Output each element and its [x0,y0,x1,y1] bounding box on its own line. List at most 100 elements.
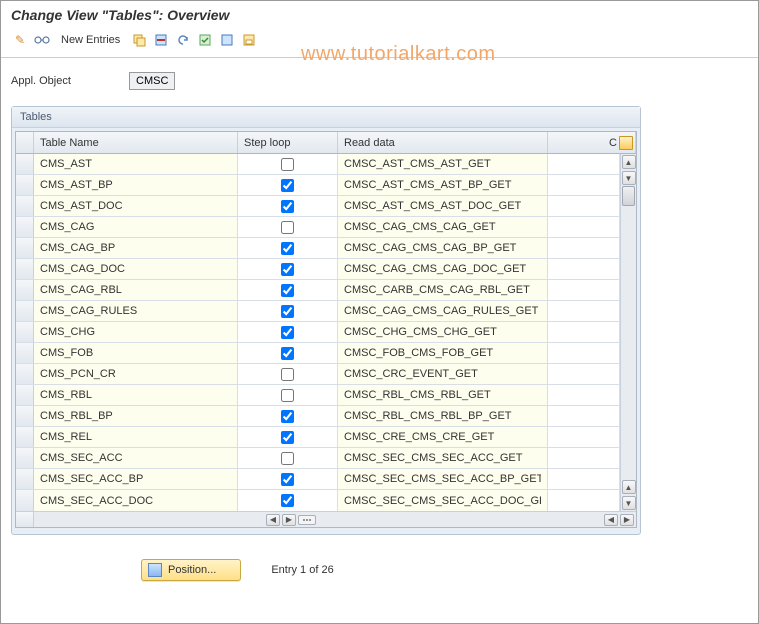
table-name-input[interactable] [34,427,237,447]
read-data-input[interactable] [338,217,547,237]
row-selector[interactable] [16,175,34,195]
read-data-input[interactable] [338,469,547,489]
read-data-input[interactable] [338,301,547,321]
scroll-up-icon[interactable]: ▲ [622,155,636,169]
scroll-down-icon[interactable]: ▼ [622,496,636,510]
step-loop-checkbox[interactable] [281,326,294,339]
scroll-up-step-icon[interactable]: ▲ [622,480,636,494]
print-icon[interactable] [240,31,258,49]
read-data-input[interactable] [338,154,547,174]
row-selector[interactable] [16,343,34,363]
hscroll-right2-icon[interactable]: ▶ [620,514,634,526]
hscroll-right-icon[interactable]: ▶ [282,514,296,526]
row-selector[interactable] [16,385,34,405]
row-selector[interactable] [16,259,34,279]
table-name-input[interactable] [34,448,237,468]
row-selector[interactable] [16,406,34,426]
step-loop-checkbox[interactable] [281,200,294,213]
delete-icon[interactable] [152,31,170,49]
read-data-input[interactable] [338,259,547,279]
row-selector[interactable] [16,280,34,300]
cell-step-loop [238,322,338,342]
display-icon[interactable] [33,31,51,49]
step-loop-checkbox[interactable] [281,347,294,360]
read-data-input[interactable] [338,406,547,426]
table-name-input[interactable] [34,280,237,300]
row-selector[interactable] [16,301,34,321]
step-loop-checkbox[interactable] [281,494,294,507]
step-loop-checkbox[interactable] [281,473,294,486]
row-selector[interactable] [16,196,34,216]
new-entries-button[interactable]: New Entries [55,32,126,48]
read-data-input[interactable] [338,385,547,405]
toggle-change-icon[interactable]: ✎ [11,31,29,49]
read-data-input[interactable] [338,280,547,300]
deselect-all-icon[interactable] [218,31,236,49]
step-loop-checkbox[interactable] [281,389,294,402]
row-selector[interactable] [16,238,34,258]
step-loop-checkbox[interactable] [281,158,294,171]
read-data-input[interactable] [338,175,547,195]
table-name-input[interactable] [34,238,237,258]
table-name-input[interactable] [34,490,237,511]
copy-as-icon[interactable] [130,31,148,49]
row-selector[interactable] [16,490,34,511]
row-selector[interactable] [16,217,34,237]
read-data-input[interactable] [338,427,547,447]
col-read-data[interactable]: Read data [338,132,548,153]
table-name-input[interactable] [34,385,237,405]
col-select-all[interactable] [16,132,34,153]
scroll-track[interactable] [621,186,636,479]
column-config-icon[interactable] [298,515,316,525]
table-name-input[interactable] [34,469,237,489]
step-loop-checkbox[interactable] [281,179,294,192]
row-selector[interactable] [16,322,34,342]
step-loop-checkbox[interactable] [281,368,294,381]
read-data-input[interactable] [338,322,547,342]
table-name-input[interactable] [34,343,237,363]
table-name-input[interactable] [34,301,237,321]
undo-icon[interactable] [174,31,192,49]
read-data-input[interactable] [338,196,547,216]
position-icon [148,563,162,577]
row-selector[interactable] [16,427,34,447]
vertical-scrollbar[interactable]: ▲ ▼ ▲ ▼ [620,154,636,511]
step-loop-checkbox[interactable] [281,410,294,423]
table-name-input[interactable] [34,175,237,195]
row-selector[interactable] [16,154,34,174]
row-selector[interactable] [16,469,34,489]
row-selector[interactable] [16,448,34,468]
step-loop-checkbox[interactable] [281,242,294,255]
scroll-thumb[interactable] [622,186,635,206]
cell-table-name [34,427,238,447]
step-loop-checkbox[interactable] [281,452,294,465]
table-name-input[interactable] [34,196,237,216]
step-loop-checkbox[interactable] [281,221,294,234]
table-settings-icon[interactable] [619,136,633,150]
hscroll-left-icon[interactable]: ◀ [266,514,280,526]
table-name-input[interactable] [34,406,237,426]
select-all-icon[interactable] [196,31,214,49]
hscroll-left2-icon[interactable]: ◀ [604,514,618,526]
read-data-input[interactable] [338,343,547,363]
read-data-input[interactable] [338,364,547,384]
cell-step-loop [238,364,338,384]
table-name-input[interactable] [34,259,237,279]
table-name-input[interactable] [34,364,237,384]
row-selector[interactable] [16,364,34,384]
step-loop-checkbox[interactable] [281,305,294,318]
read-data-input[interactable] [338,448,547,468]
position-button[interactable]: Position... [141,559,241,581]
col-step-loop[interactable]: Step loop [238,132,338,153]
read-data-input[interactable] [338,238,547,258]
table-name-input[interactable] [34,154,237,174]
step-loop-checkbox[interactable] [281,263,294,276]
col-config[interactable]: C [548,132,636,153]
scroll-down-step-icon[interactable]: ▼ [622,171,636,185]
step-loop-checkbox[interactable] [281,431,294,444]
step-loop-checkbox[interactable] [281,284,294,297]
table-name-input[interactable] [34,217,237,237]
read-data-input[interactable] [338,490,547,511]
table-name-input[interactable] [34,322,237,342]
col-table-name[interactable]: Table Name [34,132,238,153]
